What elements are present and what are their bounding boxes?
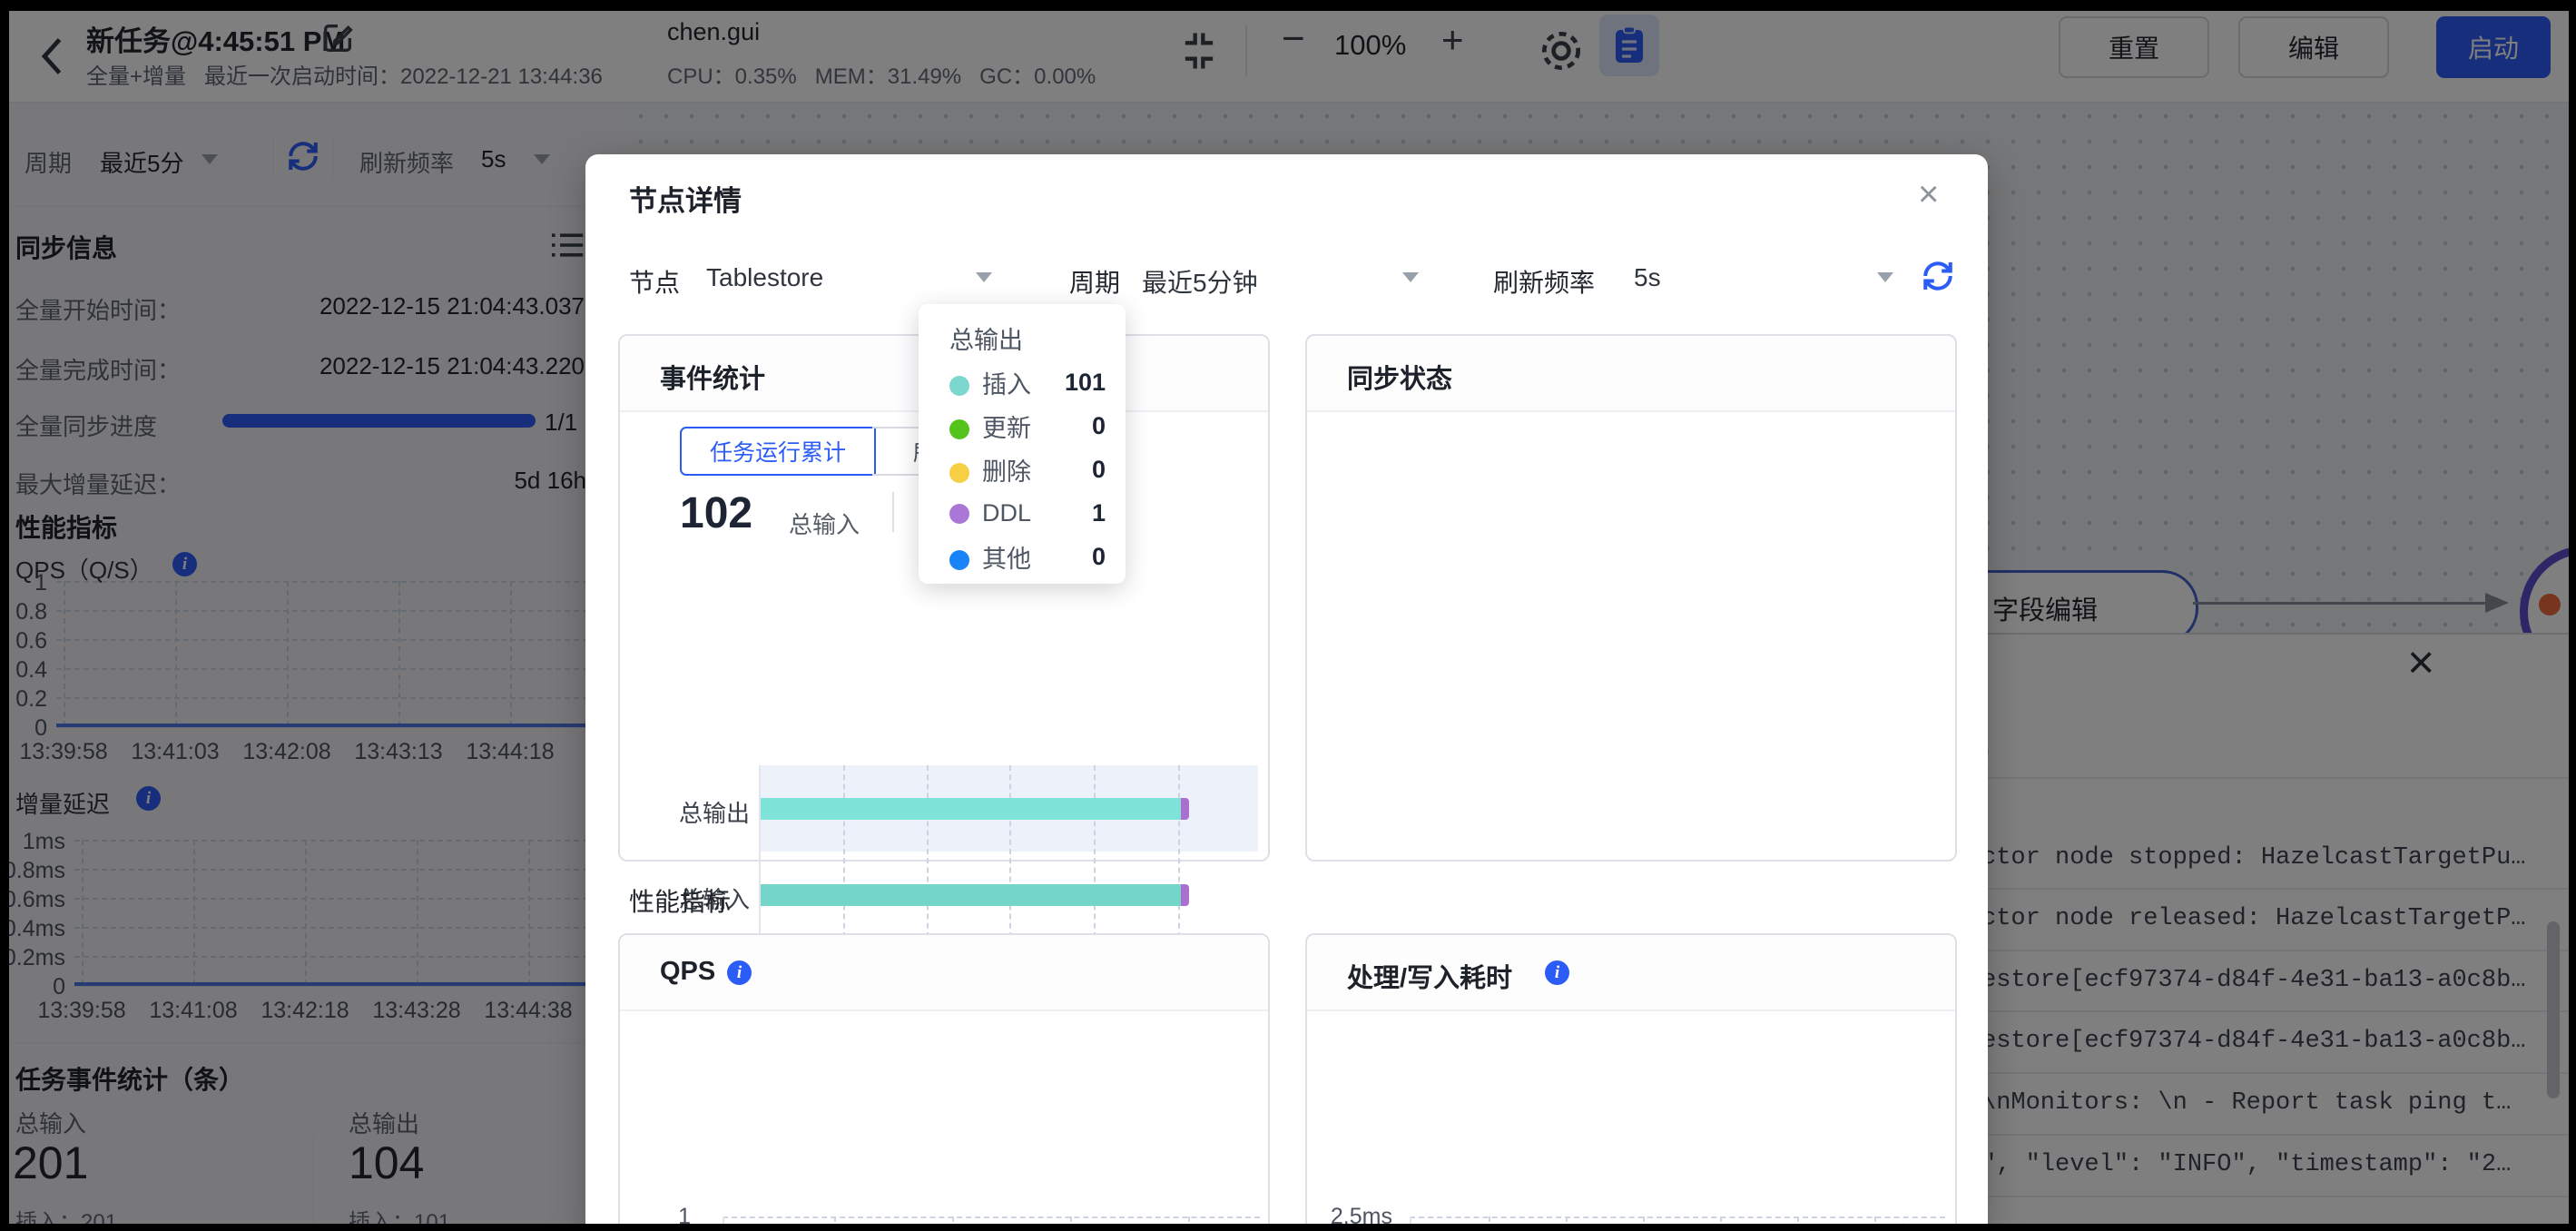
qps-panel-title: QPS (660, 957, 716, 986)
tooltip-row: 插入 101 (949, 360, 1106, 404)
tooltip-row: DDL 1 (949, 491, 1106, 535)
latency-panel: 处理/写入耗时 i 2.5ms 2ms 1.5ms (1305, 933, 1957, 1231)
sync-status-title: 同步状态 (1347, 365, 1453, 394)
tooltip-delete-dot (949, 462, 969, 483)
modal-refresh-icon[interactable] (1918, 256, 1958, 296)
node-details-modal: 节点详情 × 节点 Tablestore 周期 最近5分钟 刷新频率 5s 事件… (585, 154, 1988, 1231)
tooltip-insert-dot (949, 375, 969, 396)
tooltip-update-dot (949, 419, 969, 439)
bar-cat-out: 总输出 (678, 800, 750, 827)
qps-panel: QPS i 1 0.8 0.6 (618, 933, 1270, 1231)
latency-panel-info-icon[interactable]: i (1545, 960, 1569, 985)
screen: 新任务@4:45:51 PM 全量+增量 最近一次启动时间：2022-12-21… (0, 0, 2576, 1231)
bar-in-ddl[interactable] (1181, 884, 1189, 906)
tooltip-ddl-dot (949, 503, 969, 524)
refresh-filter-caret-icon (1877, 272, 1893, 282)
refresh-filter-label: 刷新频率 (1493, 269, 1596, 297)
tooltip-update-value: 0 (1091, 411, 1106, 439)
bar-in-insert[interactable] (759, 884, 1181, 906)
tooltip-insert-value: 101 (1064, 368, 1106, 396)
tooltip-row: 更新 0 (949, 404, 1106, 448)
latency-panel-title: 处理/写入耗时 (1347, 964, 1513, 993)
bar-chart-tooltip: 总输出 插入 101 更新 0 删除 0 DDL 1 其他 0 (919, 304, 1126, 584)
node-filter-select[interactable]: Tablestore (706, 263, 823, 292)
node-filter-label: 节点 (629, 269, 681, 297)
qps-panel-info-icon[interactable]: i (727, 960, 752, 985)
tooltip-delete-value: 0 (1091, 455, 1106, 483)
bar-out-insert[interactable] (759, 798, 1181, 820)
modal-perf-title: 性能指标 (629, 888, 732, 916)
period-filter-select[interactable]: 最近5分钟 (1142, 263, 1258, 300)
sync-status-panel: 同步状态 (1305, 334, 1957, 862)
tooltip-row: 删除 0 (949, 448, 1106, 491)
period-filter-label: 周期 (1069, 269, 1121, 297)
tooltip-other-dot (949, 549, 969, 570)
tooltip-ddl-value: 1 (1091, 498, 1106, 527)
period-filter-caret-icon (1402, 272, 1419, 282)
tooltip-title: 总输出 (949, 327, 1023, 354)
modal-title: 节点详情 (629, 185, 742, 217)
node-filter-caret-icon (976, 272, 992, 282)
tooltip-row: 其他 0 (949, 535, 1106, 578)
bar-out-ddl[interactable] (1181, 798, 1189, 820)
refresh-filter-select[interactable]: 5s (1634, 263, 1661, 292)
modal-close-icon[interactable]: × (1918, 174, 1939, 215)
tooltip-other-value: 0 (1091, 542, 1106, 570)
qps-panel-header (620, 935, 1268, 1011)
